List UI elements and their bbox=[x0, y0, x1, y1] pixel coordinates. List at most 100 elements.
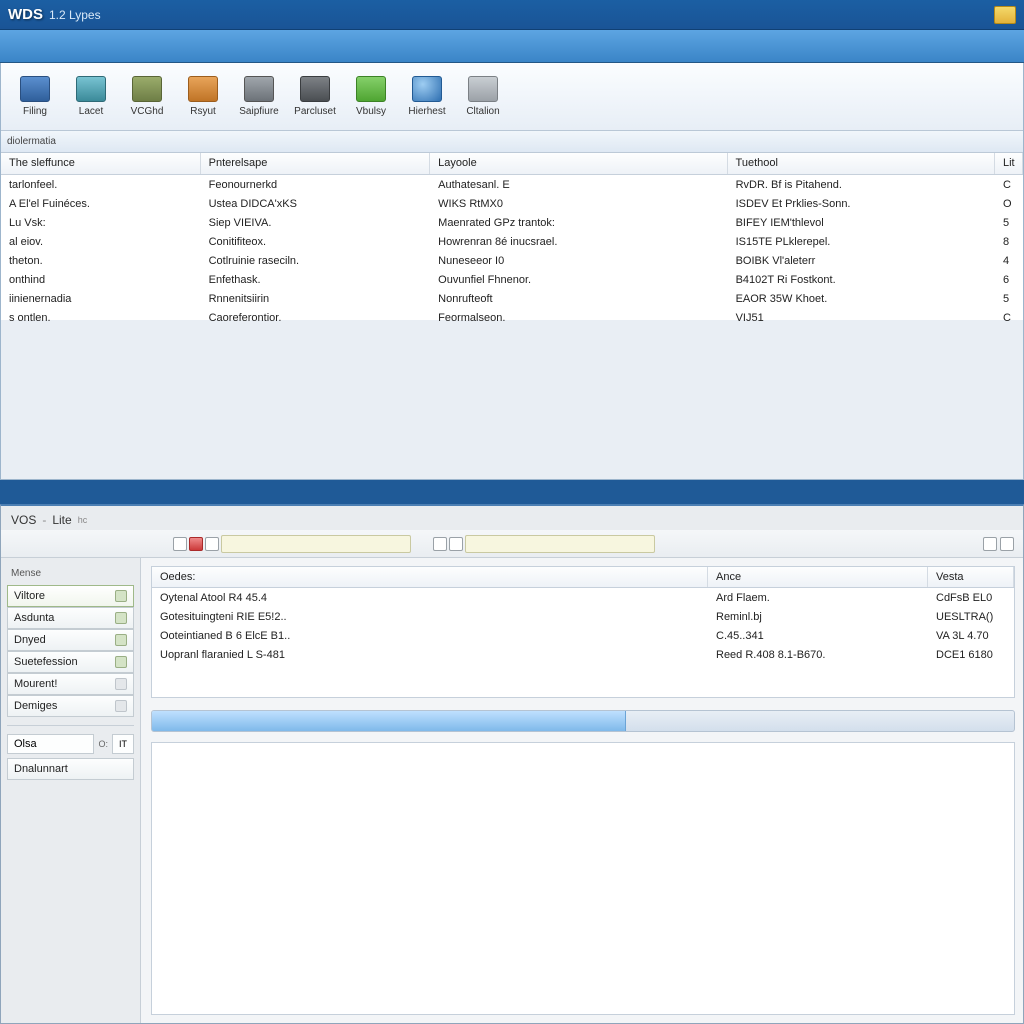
cell: RvDR. Bf is Pitahend. bbox=[728, 179, 995, 191]
toolbar-chip-end-2[interactable] bbox=[1000, 537, 1014, 551]
upper-list-body: tarlonfeel.FeonournerkdAuthatesanl. ERvD… bbox=[1, 175, 1023, 320]
table-row[interactable]: onthindEnfethask.Ouvunfiel Fhnenor.B4102… bbox=[1, 270, 1023, 289]
toolbar-rsyut-button[interactable]: Rsyut bbox=[175, 68, 231, 126]
cell: C bbox=[995, 312, 1023, 324]
toolbar-cltalion-button[interactable]: Cltalion bbox=[455, 68, 511, 126]
lower-app-title: VOS bbox=[11, 513, 36, 527]
progress-fill bbox=[152, 711, 626, 731]
table-row[interactable]: Oytenal Atool R4 45.4Ard Flaem.CdFsB EL0 bbox=[152, 588, 1014, 607]
toolbar-chip-4[interactable] bbox=[449, 537, 463, 551]
sidebar-item-demiges[interactable]: Demiges bbox=[7, 695, 134, 717]
toolbar-vcghd-button[interactable]: VCGhd bbox=[119, 68, 175, 126]
table-row[interactable]: Uopranl flaranied L S-481Reed R.408 8.1-… bbox=[152, 645, 1014, 664]
toolbar-parcluset-button[interactable]: Parcluset bbox=[287, 68, 343, 126]
table-row[interactable]: iinienernadiaRnnenitsiirinNonrufteoftEAO… bbox=[1, 289, 1023, 308]
toolbar-lacet-button[interactable]: Lacet bbox=[63, 68, 119, 126]
toolbar-vbulsy-button[interactable]: Vbulsy bbox=[343, 68, 399, 126]
table-row[interactable]: tarlonfeel.FeonournerkdAuthatesanl. ERvD… bbox=[1, 175, 1023, 194]
cell: Rnnenitsiirin bbox=[201, 293, 431, 305]
toolbar-hierhest-button[interactable]: Hierhest bbox=[399, 68, 455, 126]
lower-title-bar: VOS - Lite hc bbox=[1, 506, 1023, 530]
cell: Ard Flaem. bbox=[708, 592, 928, 604]
cell: al eiov. bbox=[1, 236, 201, 248]
toolbar-lacet-label: Lacet bbox=[79, 106, 103, 117]
cell: Cotlruinie raseciln. bbox=[201, 255, 431, 267]
sidebar-small-b[interactable]: Dnalunnart bbox=[7, 758, 134, 780]
table-row[interactable]: Gotesituingteni RIE E5!2..Reminl.bjUESLT… bbox=[152, 607, 1014, 626]
sidebar-item-suetefession[interactable]: Suetefession bbox=[7, 651, 134, 673]
cell: C.45..341 bbox=[708, 630, 928, 642]
cell: BOIBK Vl'aleterr bbox=[728, 255, 995, 267]
col-header-1[interactable]: Pnterelsape bbox=[201, 153, 431, 174]
cell: Authatesanl. E bbox=[430, 179, 727, 191]
toolbar-chip-2[interactable] bbox=[205, 537, 219, 551]
table-row[interactable]: s ontlen.Caoreferontior.Feormalseon.VIJ5… bbox=[1, 308, 1023, 327]
toolbar-saipfiure-button[interactable]: Saipfiure bbox=[231, 68, 287, 126]
toolbar-track-2[interactable] bbox=[465, 535, 655, 553]
cell: Reminl.bj bbox=[708, 611, 928, 623]
upper-gradient-band bbox=[0, 30, 1024, 63]
toolbar-track-1[interactable] bbox=[221, 535, 411, 553]
sidebar-item-label: Viltore bbox=[14, 590, 45, 602]
table-row[interactable]: al eiov.Conitifiteox.Howrenran 8é inucsr… bbox=[1, 232, 1023, 251]
sidebar-small-pill[interactable]: IT bbox=[112, 734, 134, 754]
cell: UESLTRA() bbox=[928, 611, 1014, 623]
toolbar-chip-3[interactable] bbox=[433, 537, 447, 551]
rsyut-icon bbox=[188, 76, 218, 102]
toolbar-chip-1[interactable] bbox=[173, 537, 187, 551]
col-header-0[interactable]: The sleffunce bbox=[1, 153, 201, 174]
col-header-2[interactable]: Layoole bbox=[430, 153, 727, 174]
sidebar-item-icon bbox=[115, 678, 127, 690]
lower-tag: hc bbox=[78, 515, 88, 525]
rcol-header-0[interactable]: Oedes: bbox=[152, 567, 708, 587]
cell: BIFEY IEM'thlevol bbox=[728, 217, 995, 229]
cell: IS15TE PLklerepel. bbox=[728, 236, 995, 248]
toolbar-saipfiure-label: Saipfiure bbox=[239, 106, 278, 117]
col-header-3[interactable]: Tuethool bbox=[728, 153, 995, 174]
table-row[interactable]: A El'el Fuinéces.Ustea DIDCA'xKSWIKS RtM… bbox=[1, 194, 1023, 213]
lower-toolbar bbox=[1, 530, 1023, 558]
saipfiure-icon bbox=[244, 76, 274, 102]
lower-empty-area bbox=[151, 742, 1015, 1015]
cell: WIKS RtMX0 bbox=[430, 198, 727, 210]
cell: 5 bbox=[995, 293, 1023, 305]
cell: Caoreferontior. bbox=[201, 312, 431, 324]
subrow-label: diolermatia bbox=[7, 136, 56, 147]
sidebar-small-a[interactable]: Olsa bbox=[7, 734, 94, 754]
cell: tarlonfeel. bbox=[1, 179, 201, 191]
upper-list-header: The sleffunce Pnterelsape Layoole Tuetho… bbox=[1, 153, 1023, 175]
cell: Lu Vsk: bbox=[1, 217, 201, 229]
upper-title-bar: WDS 1.2 Lypes bbox=[0, 0, 1024, 30]
sidebar-item-icon bbox=[115, 700, 127, 712]
rcol-header-1[interactable]: Ance bbox=[708, 567, 928, 587]
cell: A El'el Fuinéces. bbox=[1, 198, 201, 210]
lower-mode: Lite bbox=[52, 513, 71, 527]
sidebar-item-mourent[interactable]: Mourent! bbox=[7, 673, 134, 695]
sidebar-item-label: Dnyed bbox=[14, 634, 46, 646]
cell: Maenrated GPz trantok: bbox=[430, 217, 727, 229]
table-row[interactable]: Lu Vsk:Siep VIEIVA.Maenrated GPz trantok… bbox=[1, 213, 1023, 232]
table-row[interactable]: theton.Cotlruinie raseciln.Nuneseeor I0B… bbox=[1, 251, 1023, 270]
rcol-header-2[interactable]: Vesta bbox=[928, 567, 1014, 587]
cell: Enfethask. bbox=[201, 274, 431, 286]
sidebar-item-viltore[interactable]: Viltore bbox=[7, 585, 134, 607]
sidebar-item-icon bbox=[115, 656, 127, 668]
toolbar-filing-button[interactable]: Filing bbox=[7, 68, 63, 126]
sidebar-item-label: Demiges bbox=[14, 700, 57, 712]
toolbar-chip-record-icon[interactable] bbox=[189, 537, 203, 551]
title-corner-icon[interactable] bbox=[994, 6, 1016, 24]
sidebar-item-asdunta[interactable]: Asdunta bbox=[7, 607, 134, 629]
col-header-4[interactable]: Lit bbox=[995, 153, 1023, 174]
cell: Uopranl flaranied L S-481 bbox=[152, 649, 708, 661]
table-row[interactable]: Ooteintianed B 6 ElcE B1..C.45..341VA 3L… bbox=[152, 626, 1014, 645]
parcluset-icon bbox=[300, 76, 330, 102]
cell: 6 bbox=[995, 274, 1023, 286]
cell: Nonrufteoft bbox=[430, 293, 727, 305]
cell: CdFsB EL0 bbox=[928, 592, 1014, 604]
toolbar-chip-end-1[interactable] bbox=[983, 537, 997, 551]
sidebar-item-label: Mourent! bbox=[14, 678, 57, 690]
cell: theton. bbox=[1, 255, 201, 267]
cltalion-icon bbox=[468, 76, 498, 102]
sidebar-item-dnyed[interactable]: Dnyed bbox=[7, 629, 134, 651]
cell: Reed R.408 8.1-B670. bbox=[708, 649, 928, 661]
